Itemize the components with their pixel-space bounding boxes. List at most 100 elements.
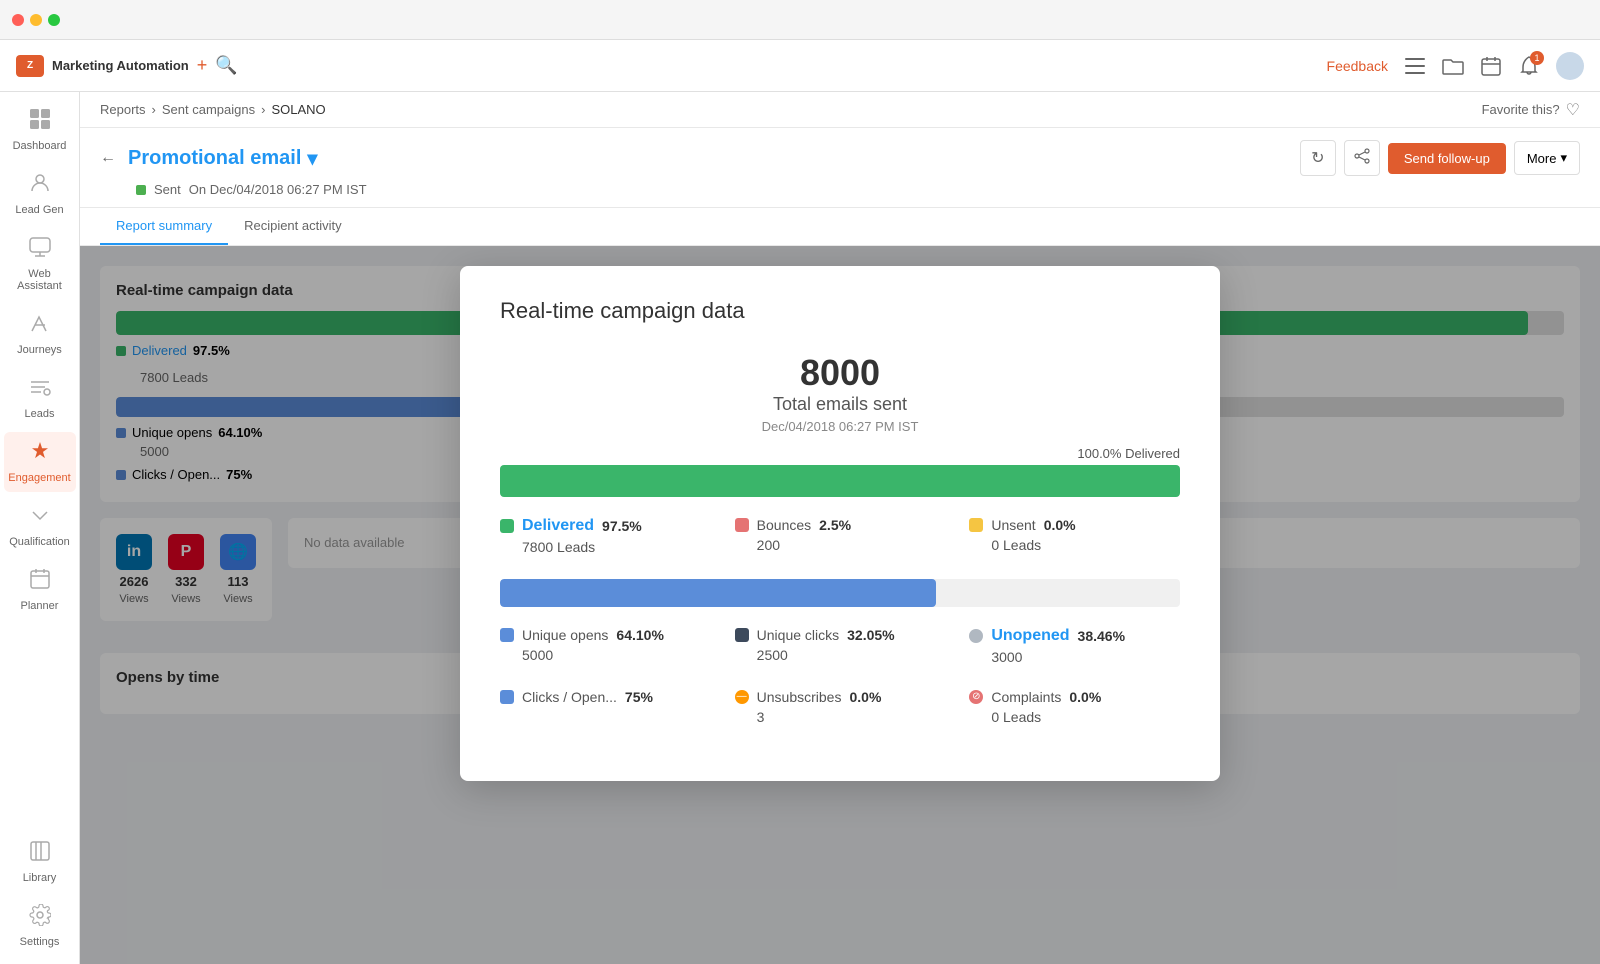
unsubscribes-name: Unsubscribes (757, 689, 842, 705)
add-tab-button[interactable]: + (197, 55, 208, 76)
more-button[interactable]: More ▾ (1514, 141, 1580, 175)
campaign-title-text: Promotional email (128, 147, 301, 170)
more-label: More (1527, 151, 1557, 166)
favorite-section: Favorite this? ♡ (1482, 100, 1580, 120)
list-icon[interactable] (1404, 55, 1426, 77)
close-button[interactable] (12, 14, 24, 26)
maximize-button[interactable] (48, 14, 60, 26)
sidebar: Dashboard Lead Gen Web Assistant Journey… (0, 92, 80, 964)
stat-unopened-row: Unopened 38.46% (969, 627, 1180, 645)
sidebar-label-web-assistant: Web Assistant (8, 268, 72, 292)
unique-opens-pct-modal: 64.10% (616, 627, 663, 643)
user-avatar[interactable] (1556, 52, 1584, 80)
favorite-icon[interactable]: ♡ (1566, 100, 1580, 120)
refresh-icon: ↻ (1311, 148, 1324, 168)
sidebar-label-engagement: Engagement (8, 472, 70, 484)
sidebar-item-dashboard[interactable]: Dashboard (4, 100, 76, 160)
app-name: Marketing Automation (52, 58, 189, 73)
stat-delivered-dot (500, 519, 514, 533)
delivered-name[interactable]: Delivered (522, 517, 594, 535)
sidebar-item-leads[interactable]: Leads (4, 368, 76, 428)
calendar-icon[interactable] (1480, 55, 1502, 77)
sent-label: Sent (154, 182, 181, 197)
campaign-header: ← Promotional email ▾ ↻ Send follow-up (80, 128, 1600, 246)
sidebar-label-qualification: Qualification (9, 536, 70, 548)
total-label: Total emails sent (500, 394, 1180, 415)
refresh-button[interactable]: ↻ (1300, 140, 1336, 176)
breadcrumb-sent-campaigns[interactable]: Sent campaigns (162, 102, 255, 117)
sidebar-item-planner[interactable]: Planner (4, 560, 76, 620)
unique-clicks-pct: 32.05% (847, 627, 894, 643)
dropdown-icon[interactable]: ▾ (307, 146, 317, 171)
sidebar-item-library[interactable]: Library (4, 832, 76, 892)
sidebar-item-engagement[interactable]: Engagement (4, 432, 76, 492)
share-icon (1354, 148, 1370, 169)
send-followup-button[interactable]: Send follow-up (1388, 143, 1506, 174)
tab-recipient-activity[interactable]: Recipient activity (228, 208, 358, 245)
sidebar-label-lead-gen: Lead Gen (15, 204, 63, 216)
stat-unique-clicks-row: Unique clicks 32.05% (735, 627, 946, 643)
stat-clicks-open-dot (500, 690, 514, 704)
sidebar-item-lead-gen[interactable]: Lead Gen (4, 164, 76, 224)
breadcrumb: Reports › Sent campaigns › SOLANO (100, 102, 326, 117)
breadcrumb-bar: Reports › Sent campaigns › SOLANO Favori… (80, 92, 1600, 128)
breadcrumb-reports[interactable]: Reports (100, 102, 146, 117)
stat-unopened-dot (969, 629, 983, 643)
stat-unsent-dot (969, 518, 983, 532)
sidebar-item-journeys[interactable]: Journeys (4, 304, 76, 364)
notification-icon[interactable]: 1 (1518, 55, 1540, 77)
sidebar-label-settings: Settings (20, 936, 60, 948)
modal: Real-time campaign data 8000 Total email… (460, 266, 1220, 781)
minimize-button[interactable] (30, 14, 42, 26)
sidebar-item-qualification[interactable]: Qualification (4, 496, 76, 556)
notification-badge: 1 (1530, 51, 1544, 65)
stats-grid-1: Delivered 97.5% 7800 Leads Bounces 2.5% (500, 517, 1180, 555)
stat-unopened: Unopened 38.46% 3000 (969, 627, 1180, 665)
bounces-name: Bounces (757, 517, 811, 533)
tabs-row: Report summary Recipient activity (80, 207, 1600, 245)
stat-complaints: ⊘ Complaints 0.0% 0 Leads (969, 689, 1180, 725)
modal-title: Real-time campaign data (500, 298, 1180, 324)
sidebar-item-web-assistant[interactable]: Web Assistant (4, 228, 76, 300)
breadcrumb-sep2: › (261, 102, 265, 117)
breadcrumb-current: SOLANO (271, 102, 325, 117)
sidebar-label-dashboard: Dashboard (13, 140, 67, 152)
complaints-pct: 0.0% (1069, 689, 1101, 705)
stat-unsent: Unsent 0.0% 0 Leads (969, 517, 1180, 555)
back-button[interactable]: ← (100, 149, 116, 167)
share-button[interactable] (1344, 140, 1380, 176)
sent-date: On Dec/04/2018 06:27 PM IST (189, 182, 367, 197)
unsubscribes-pct: 0.0% (849, 689, 881, 705)
lead-gen-icon (29, 172, 51, 200)
unsent-name: Unsent (991, 517, 1035, 533)
web-assistant-icon (29, 236, 51, 264)
search-icon[interactable]: 🔍 (215, 55, 237, 76)
unique-clicks-val: 2500 (735, 647, 946, 663)
tab-report-summary[interactable]: Report summary (100, 208, 228, 245)
settings-icon (29, 904, 51, 932)
unsent-val: 0 Leads (969, 537, 1180, 553)
main-layout: Dashboard Lead Gen Web Assistant Journey… (0, 92, 1600, 964)
folder-icon[interactable] (1442, 55, 1464, 77)
sidebar-item-settings[interactable]: Settings (4, 896, 76, 956)
unsubscribes-val: 3 (735, 709, 946, 725)
delivered-val: 7800 Leads (500, 539, 711, 555)
qualification-icon (29, 504, 51, 532)
modal-overlay[interactable]: Real-time campaign data 8000 Total email… (80, 246, 1600, 964)
campaign-title: Promotional email ▾ (128, 146, 317, 171)
clicks-open-pct: 75% (625, 689, 653, 705)
stat-unique-opens-dot (500, 628, 514, 642)
dashboard-icon (29, 108, 51, 136)
planner-icon (29, 568, 51, 596)
unopened-name[interactable]: Unopened (991, 627, 1069, 645)
feedback-link[interactable]: Feedback (1327, 58, 1388, 74)
unique-opens-val: 5000 (500, 647, 711, 663)
activity-bar-container (500, 579, 1180, 607)
leads-icon (29, 376, 51, 404)
breadcrumb-sep1: › (152, 102, 156, 117)
stat-unsent-row: Unsent 0.0% (969, 517, 1180, 533)
activity-bar-fill (500, 579, 936, 607)
stats-grid-2: Unique opens 64.10% 5000 Unique clicks 3… (500, 627, 1180, 665)
bounces-pct: 2.5% (819, 517, 851, 533)
delivered-pct-label: 100.0% Delivered (500, 446, 1180, 461)
